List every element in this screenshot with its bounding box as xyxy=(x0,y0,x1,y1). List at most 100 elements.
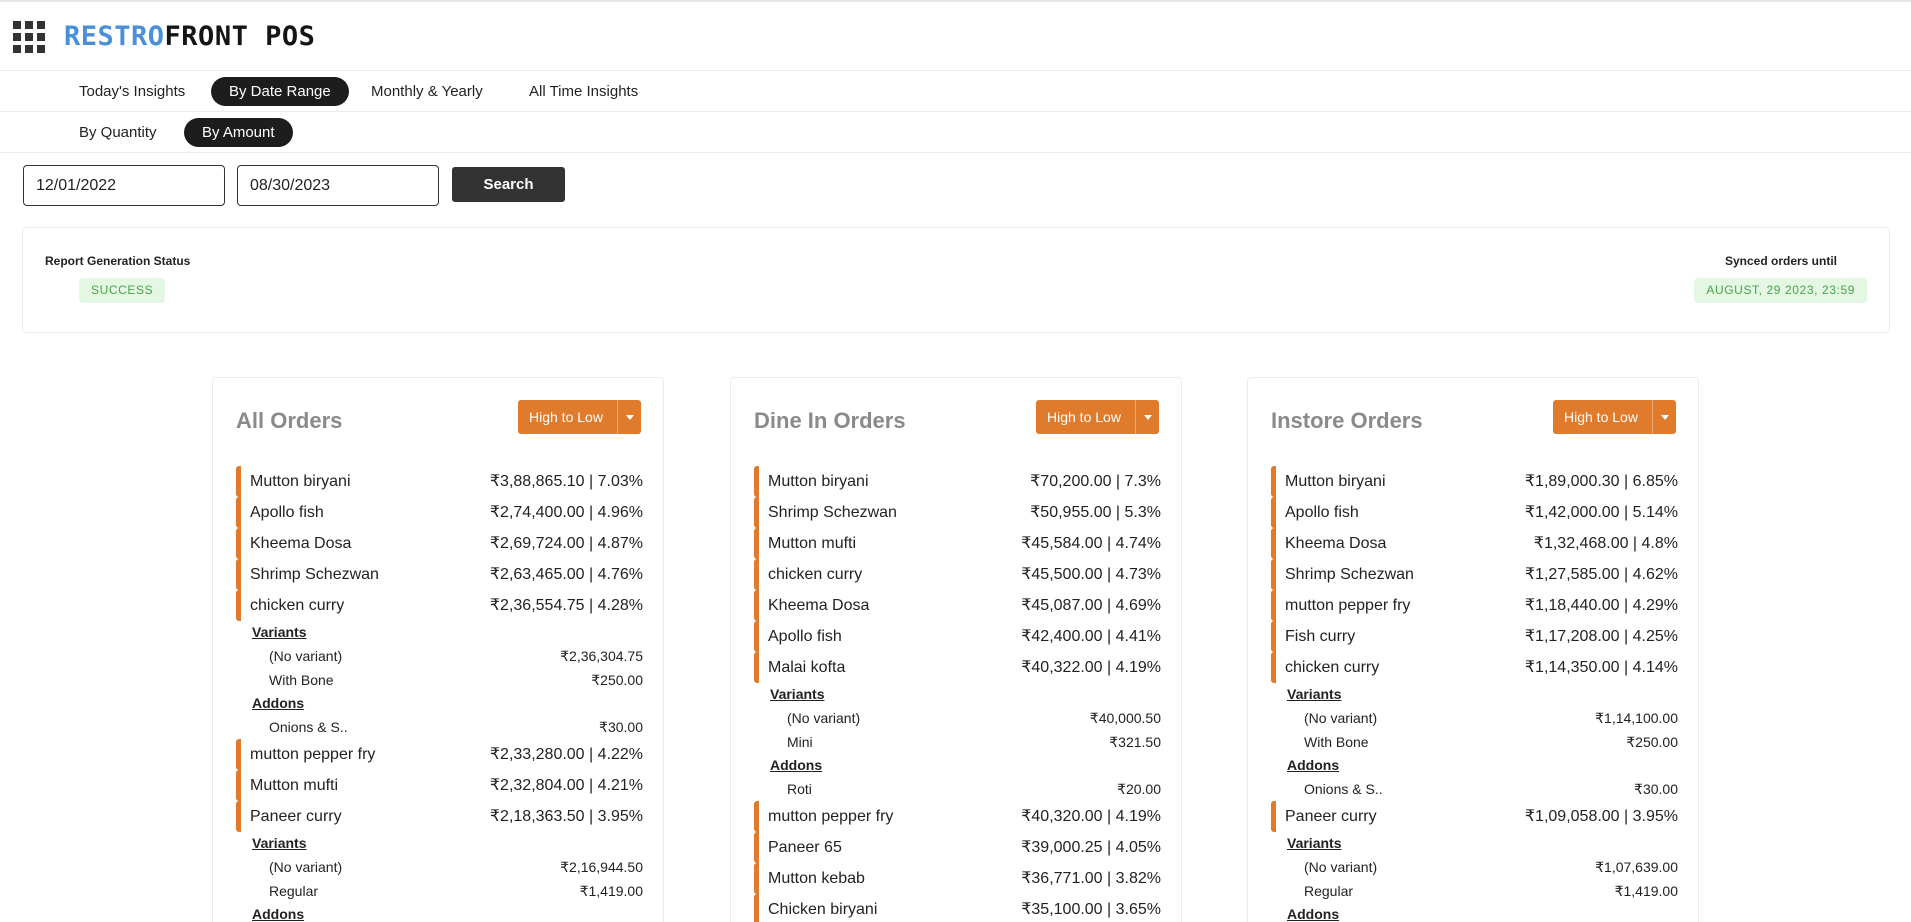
order-item-row[interactable]: Shrimp Schezwan ₹50,955.00 | 5.3% xyxy=(754,497,1161,528)
order-item-row[interactable]: mutton pepper fry ₹40,320.00 | 4.19% xyxy=(754,801,1161,832)
sub-item-amount: ₹30.00 xyxy=(1634,781,1678,797)
order-item-row[interactable]: Paneer curry ₹1,09,058.00 | 3.95% xyxy=(1271,801,1678,832)
sub-item-name: With Bone xyxy=(269,672,334,688)
order-item-row[interactable]: Mutton mufti ₹45,584.00 | 4.74% xyxy=(754,528,1161,559)
order-item-row[interactable]: Paneer curry ₹2,18,363.50 | 3.95% xyxy=(236,801,643,832)
item-amount-share: ₹2,18,363.50 | 3.95% xyxy=(489,808,643,825)
item-name: Mutton kebab xyxy=(768,870,865,887)
tab-all-time-insights[interactable]: All Time Insights xyxy=(511,77,656,106)
order-item-row[interactable]: Fish curry ₹1,17,208.00 | 4.25% xyxy=(1271,621,1678,652)
app-logo[interactable]: RESTROFRONT POS xyxy=(64,22,315,52)
item-name: Shrimp Schezwan xyxy=(250,566,379,583)
order-item-row[interactable]: Apollo fish ₹2,74,400.00 | 4.96% xyxy=(236,497,643,528)
item-name: Mutton mufti xyxy=(250,777,339,794)
item-name: mutton pepper fry xyxy=(250,746,376,763)
order-item-row[interactable]: Mutton biryani ₹3,88,865.10 | 7.03% xyxy=(236,466,643,497)
sub-section-heading: Variants xyxy=(252,624,307,640)
order-item-row[interactable]: Paneer 65 ₹39,000.25 | 4.05% xyxy=(754,832,1161,863)
order-item-row[interactable]: Shrimp Schezwan ₹2,63,465.00 | 4.76% xyxy=(236,559,643,590)
item-name: Shrimp Schezwan xyxy=(1285,566,1414,583)
sort-dropdown-label: High to Low xyxy=(529,409,603,425)
sub-item-amount: ₹20.00 xyxy=(1117,781,1161,797)
start-date-input[interactable] xyxy=(23,165,225,206)
sort-dropdown-button[interactable]: High to Low xyxy=(518,400,641,434)
item-name: Mutton biryani xyxy=(768,473,869,490)
sub-item-row: Regular ₹1,419.00 xyxy=(1271,879,1678,903)
caret-down-icon[interactable] xyxy=(617,400,641,434)
sub-section-heading: Variants xyxy=(1287,686,1342,702)
item-amount-share: ₹45,584.00 | 4.74% xyxy=(1021,535,1161,552)
tab-by-quantity[interactable]: By Quantity xyxy=(61,118,175,147)
sub-item-name: Regular xyxy=(1304,883,1354,899)
item-name: Malai kofta xyxy=(768,659,846,676)
item-amount-share: ₹3,88,865.10 | 7.03% xyxy=(489,473,643,490)
order-item-row[interactable]: Apollo fish ₹1,42,000.00 | 5.14% xyxy=(1271,497,1678,528)
sort-dropdown-button[interactable]: High to Low xyxy=(1553,400,1676,434)
item-name: Apollo fish xyxy=(250,504,324,521)
card-title: Dine In Orders xyxy=(754,408,906,433)
order-item-row[interactable]: Kheema Dosa ₹45,087.00 | 4.69% xyxy=(754,590,1161,621)
item-amount-share: ₹2,63,465.00 | 4.76% xyxy=(489,566,643,583)
sub-item-amount: ₹1,419.00 xyxy=(579,883,643,899)
sub-item-row: Roti ₹20.00 xyxy=(754,777,1161,801)
tab-by-amount[interactable]: By Amount xyxy=(184,118,293,147)
sub-item-name: With Bone xyxy=(1304,734,1369,750)
synced-orders-label: Synced orders until xyxy=(1724,254,1837,268)
sub-section-heading: Addons xyxy=(1287,757,1340,773)
top-bar: RESTROFRONT POS xyxy=(0,0,1911,71)
item-name: Apollo fish xyxy=(1285,504,1359,521)
item-amount-share: ₹39,000.25 | 4.05% xyxy=(1021,839,1161,856)
item-name: chicken curry xyxy=(768,566,863,583)
insight-tabs: Today's Insights By Date Range Monthly &… xyxy=(0,71,1911,112)
sub-item-amount: ₹1,07,639.00 xyxy=(1595,859,1678,875)
order-item-row[interactable]: Mutton biryani ₹70,200.00 | 7.3% xyxy=(754,466,1161,497)
order-item-row[interactable]: Mutton biryani ₹1,89,000.30 | 6.85% xyxy=(1271,466,1678,497)
card-all-orders: All Orders High to Low Mutton biryani ₹3,… xyxy=(212,377,664,922)
report-status-badge: SUCCESS xyxy=(79,278,166,303)
order-item-row[interactable]: Apollo fish ₹42,400.00 | 4.41% xyxy=(754,621,1161,652)
sort-dropdown-label: High to Low xyxy=(1047,409,1121,425)
order-item-row[interactable]: Kheema Dosa ₹1,32,468.00 | 4.8% xyxy=(1271,528,1678,559)
caret-down-icon[interactable] xyxy=(1652,400,1676,434)
sub-item-row: (No variant) ₹2,16,944.50 xyxy=(236,855,643,879)
order-item-row[interactable]: mutton pepper fry ₹1,18,440.00 | 4.29% xyxy=(1271,590,1678,621)
sub-item-amount: ₹321.50 xyxy=(1109,734,1161,750)
sub-item-row: Regular ₹1,419.00 xyxy=(236,879,643,903)
order-item-row[interactable]: Mutton kebab ₹36,771.00 | 3.82% xyxy=(754,863,1161,894)
order-item-row[interactable]: Kheema Dosa ₹2,69,724.00 | 4.87% xyxy=(236,528,643,559)
item-amount-share: ₹45,500.00 | 4.73% xyxy=(1021,566,1161,583)
end-date-input[interactable] xyxy=(237,165,439,206)
order-item-row[interactable]: chicken curry ₹1,14,350.00 | 4.14% xyxy=(1271,652,1678,683)
order-item-row[interactable]: mutton pepper fry ₹2,33,280.00 | 4.22% xyxy=(236,739,643,770)
item-amount-share: ₹1,09,058.00 | 3.95% xyxy=(1524,808,1678,825)
sub-item-row: With Bone ₹250.00 xyxy=(236,668,643,692)
item-name: chicken curry xyxy=(250,597,345,614)
item-amount-share: ₹2,32,804.00 | 4.21% xyxy=(489,777,643,794)
sub-item-name: (No variant) xyxy=(1304,710,1378,726)
order-item-list: Mutton biryani ₹3,88,865.10 | 7.03% Apollo… xyxy=(236,466,643,922)
sub-item-row: Onions & S.. ₹30.00 xyxy=(236,715,643,739)
item-name: Paneer 65 xyxy=(768,839,842,856)
sort-dropdown-button[interactable]: High to Low xyxy=(1036,400,1159,434)
order-item-list: Mutton biryani ₹1,89,000.30 | 6.85% Apollo… xyxy=(1271,466,1678,922)
order-item-row[interactable]: Shrimp Schezwan ₹1,27,585.00 | 4.62% xyxy=(1271,559,1678,590)
caret-down-icon[interactable] xyxy=(1135,400,1159,434)
item-amount-share: ₹70,200.00 | 7.3% xyxy=(1030,473,1161,490)
order-item-row[interactable]: Mutton mufti ₹2,32,804.00 | 4.21% xyxy=(236,770,643,801)
order-item-row[interactable]: chicken curry ₹2,36,554.75 | 4.28% xyxy=(236,590,643,621)
order-item-row[interactable]: Chicken biryani ₹35,100.00 | 3.65% xyxy=(754,894,1161,922)
synced-orders-badge: AUGUST, 29 2023, 23:59 xyxy=(1694,278,1867,303)
sub-item-row: With Bone ₹250.00 xyxy=(1271,730,1678,754)
item-name: Shrimp Schezwan xyxy=(768,504,897,521)
sub-item-amount: ₹1,419.00 xyxy=(1614,883,1678,899)
item-name: mutton pepper fry xyxy=(768,808,894,825)
order-item-row[interactable]: Malai kofta ₹40,322.00 | 4.19% xyxy=(754,652,1161,683)
search-button[interactable]: Search xyxy=(452,167,565,202)
tab-by-date-range[interactable]: By Date Range xyxy=(211,77,349,106)
tab-todays-insights[interactable]: Today's Insights xyxy=(61,77,203,106)
tab-monthly-yearly[interactable]: Monthly & Yearly xyxy=(353,77,501,106)
apps-grid-icon[interactable] xyxy=(13,21,45,53)
sub-item-name: (No variant) xyxy=(1304,859,1378,875)
item-name: Kheema Dosa xyxy=(768,597,870,614)
order-item-row[interactable]: chicken curry ₹45,500.00 | 4.73% xyxy=(754,559,1161,590)
